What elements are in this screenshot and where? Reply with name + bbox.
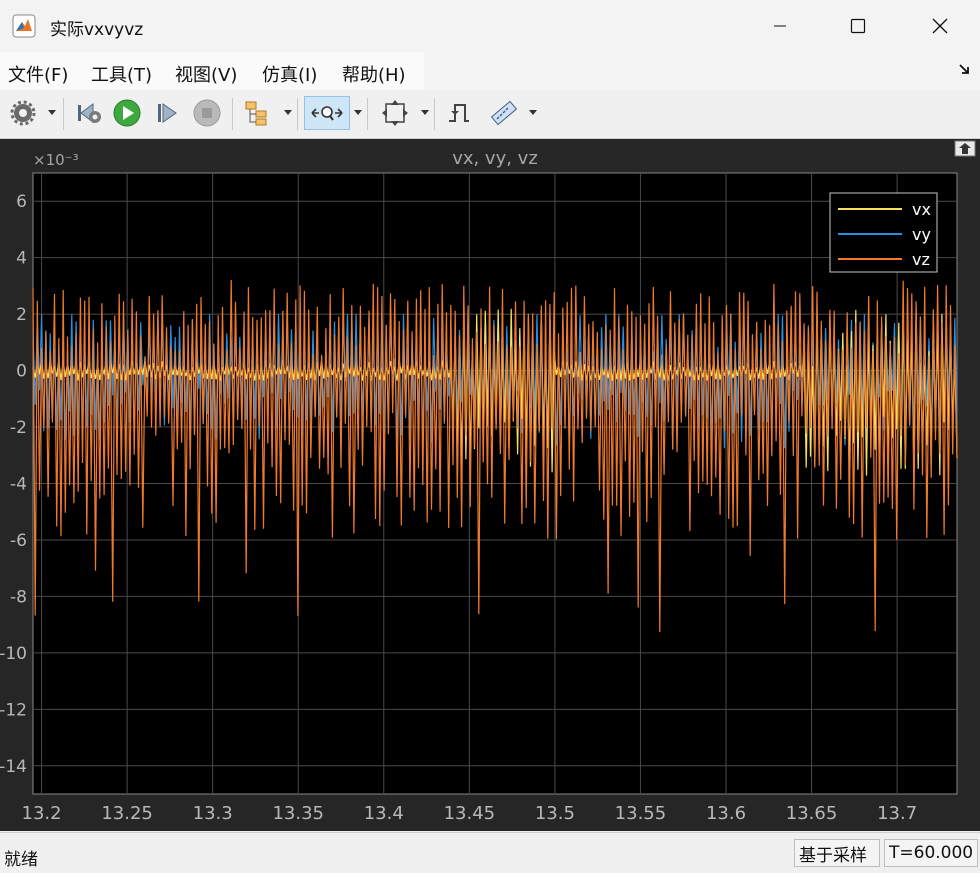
toolbar [0, 90, 980, 139]
y-tick-label: -14 [0, 757, 27, 777]
measurement-button[interactable] [484, 96, 524, 130]
x-tick-label: 13.3 [193, 803, 233, 824]
toolbar-separator [367, 98, 368, 130]
fit-view-button[interactable] [378, 96, 412, 130]
step-back-button[interactable] [72, 96, 106, 130]
x-tick-label: 13.4 [364, 803, 404, 824]
step-back-icon [78, 103, 101, 123]
y-tick-label: -2 [10, 418, 27, 438]
undock-arrow-icon[interactable] [958, 62, 972, 76]
y-tick-label: -10 [0, 644, 27, 664]
step-forward-button[interactable] [150, 96, 184, 130]
run-button[interactable] [110, 96, 144, 130]
x-tick-label: 13.5 [535, 803, 575, 824]
y-tick-label: 4 [16, 249, 27, 269]
menu-view[interactable]: 视图(V) [175, 61, 237, 87]
y-tick-label: -12 [0, 700, 27, 720]
y-tick-label: 0 [16, 362, 27, 382]
toolbar-separator [63, 98, 64, 130]
toolbar-separator [297, 98, 298, 130]
zoom-x-icon [311, 106, 343, 121]
maximize-icon [850, 18, 866, 34]
zoom-x-button[interactable] [304, 96, 350, 130]
status-ready: 就绪 [4, 850, 38, 870]
triggers-button[interactable] [442, 96, 476, 130]
signal-dropdown-icon[interactable] [284, 110, 292, 115]
legend: vx vy vz [829, 192, 938, 273]
status-time: T=60.000 [884, 839, 978, 867]
signal-hierarchy-button[interactable] [240, 96, 274, 130]
settings-dropdown-icon[interactable] [48, 110, 56, 115]
matlab-icon [12, 14, 36, 38]
step-forward-icon [158, 103, 177, 123]
signal-hierarchy-icon [245, 101, 267, 126]
x-tick-label: 13.55 [615, 803, 667, 824]
stop-icon [193, 99, 221, 127]
x-tick-label: 13.45 [444, 803, 496, 824]
menu-bar: 文件(F) 工具(T) 视图(V) 仿真(I) 帮助(H) [0, 52, 980, 90]
x-tick-label: 13.2 [22, 803, 62, 824]
undock-plot-button[interactable] [954, 140, 976, 157]
x-tick-label: 13.35 [272, 803, 324, 824]
zoom-dropdown-icon[interactable] [354, 110, 362, 115]
scope-panel: 13.2 13.25 13.3 13.35 13.4 13.45 13.5 13.55 13.6… [0, 139, 980, 831]
title-bar: 实际vxvyvz [0, 0, 980, 52]
y-tick-label: -8 [10, 587, 27, 607]
gear-icon [10, 100, 36, 126]
toolbar-separator [232, 98, 233, 130]
minimize-button[interactable] [750, 0, 810, 52]
legend-label-vy: vy [912, 225, 931, 244]
measurement-dropdown-icon[interactable] [529, 110, 537, 115]
y-tick-label: 6 [16, 192, 27, 212]
menu-simulation[interactable]: 仿真(I) [262, 61, 317, 87]
status-bar: 就绪 基于采样 T=60.000 [0, 832, 980, 873]
x-tick-label: 13.65 [786, 803, 838, 824]
triggers-icon [449, 104, 469, 122]
close-icon [932, 18, 948, 34]
menu-tools[interactable]: 工具(T) [91, 61, 152, 87]
y-tick-label: -4 [10, 475, 27, 495]
y-tick-label: 2 [16, 305, 27, 325]
y-tick-label: -6 [10, 531, 27, 551]
fit-dropdown-icon[interactable] [421, 110, 429, 115]
legend-label-vz: vz [912, 250, 930, 269]
close-button[interactable] [910, 0, 970, 52]
x-tick-label: 13.25 [101, 803, 153, 824]
x-tick-label: 13.7 [877, 803, 917, 824]
scope-chart[interactable]: 13.2 13.25 13.3 13.35 13.4 13.45 13.5 13.55 13.6… [0, 139, 980, 831]
fit-view-icon [382, 100, 408, 126]
y-exponent-label: ×10⁻³ [33, 151, 79, 169]
legend-label-vx: vx [912, 200, 931, 219]
maximize-button[interactable] [828, 0, 888, 52]
measurement-icon [490, 100, 518, 126]
settings-button[interactable] [6, 96, 40, 130]
toolbar-separator [434, 98, 435, 130]
menu-file[interactable]: 文件(F) [8, 61, 68, 87]
menu-help[interactable]: 帮助(H) [342, 61, 406, 87]
run-icon [113, 99, 141, 127]
status-sample-mode: 基于采样 [794, 839, 880, 867]
minimize-icon [774, 25, 786, 27]
x-tick-label: 13.6 [706, 803, 746, 824]
stop-button[interactable] [190, 96, 224, 130]
window-title: 实际vxvyvz [50, 20, 144, 40]
chart-title: vx, vy, vz [452, 148, 538, 169]
